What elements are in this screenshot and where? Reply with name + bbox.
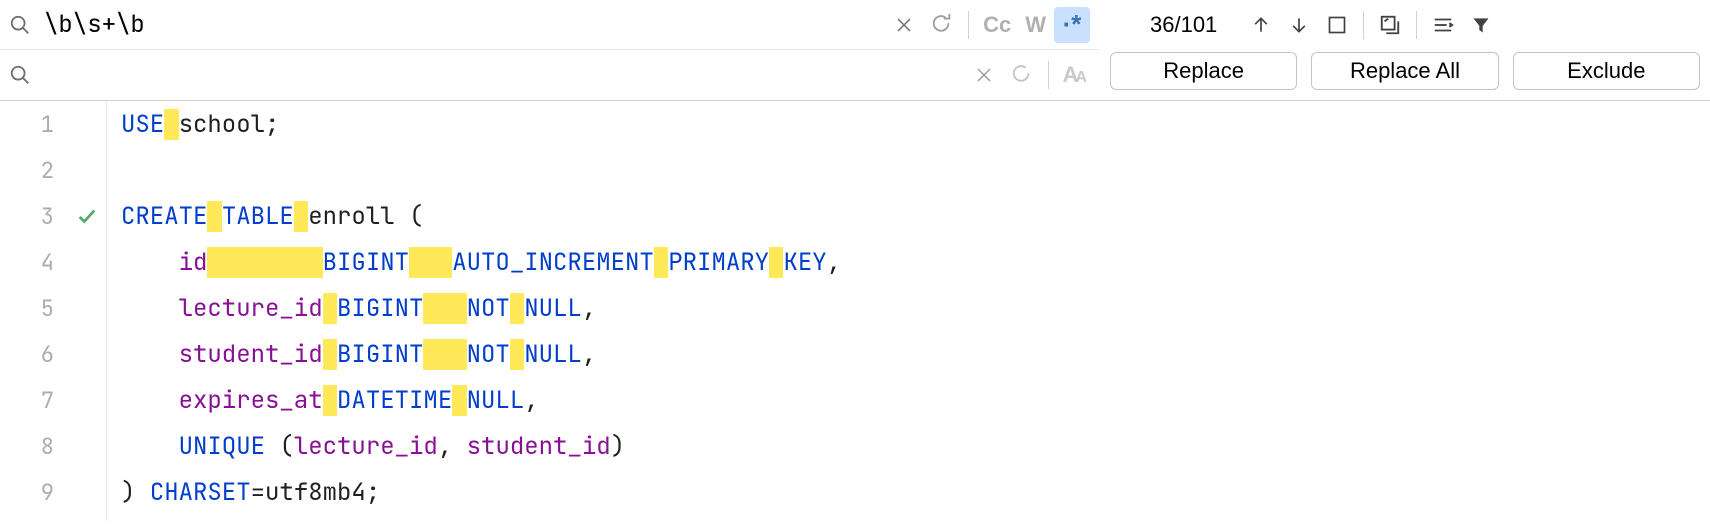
select-all-icon[interactable]: [1319, 7, 1355, 43]
history-replace-icon[interactable]: [1004, 57, 1040, 93]
filter-icon[interactable]: [1463, 7, 1499, 43]
search-icon: [0, 14, 40, 36]
prev-match-icon[interactable]: [1243, 7, 1279, 43]
multiline-icon[interactable]: [1425, 7, 1461, 43]
clear-find-icon[interactable]: [886, 7, 922, 43]
code-line[interactable]: UNIQUE (lecture_id, student_id): [121, 423, 1710, 469]
new-window-icon[interactable]: [1372, 7, 1408, 43]
line-number: 5: [0, 285, 106, 331]
find-input[interactable]: [40, 9, 886, 40]
replace-button[interactable]: Replace: [1110, 52, 1297, 90]
replace-all-button[interactable]: Replace All: [1311, 52, 1498, 90]
preserve-case-toggle[interactable]: AA: [1057, 62, 1090, 88]
gutter: 1 2 3 4 5 6 7 8 9: [0, 101, 106, 521]
match-case-toggle[interactable]: Cc: [977, 12, 1017, 38]
ok-check-icon: [76, 205, 98, 227]
line-number: 9: [0, 469, 106, 515]
code-line[interactable]: [121, 147, 1710, 193]
code-line[interactable]: CREATE TABLE enroll (: [121, 193, 1710, 239]
code-line[interactable]: id BIGINT AUTO_INCREMENT PRIMARY KEY,: [121, 239, 1710, 285]
next-match-icon[interactable]: [1281, 7, 1317, 43]
history-find-icon[interactable]: [924, 7, 960, 43]
replace-row: AA: [0, 50, 1100, 100]
replace-input[interactable]: [40, 60, 966, 91]
exclude-button[interactable]: Exclude: [1513, 52, 1700, 90]
code-line[interactable]: student_id BIGINT NOT NULL,: [121, 331, 1710, 377]
match-counter: 36/101: [1110, 12, 1241, 38]
code-line[interactable]: ) CHARSET=utf8mb4;: [121, 469, 1710, 515]
line-number: 4: [0, 239, 106, 285]
clear-replace-icon[interactable]: [966, 57, 1002, 93]
regex-toggle[interactable]: ·*: [1054, 7, 1090, 43]
line-number: 1: [0, 101, 106, 147]
words-toggle[interactable]: W: [1019, 12, 1052, 38]
find-row: Cc W ·*: [0, 0, 1100, 50]
line-number: 2: [0, 147, 106, 193]
code-line[interactable]: lecture_id BIGINT NOT NULL,: [121, 285, 1710, 331]
line-number: 3: [0, 193, 106, 239]
code-line[interactable]: USE school;: [121, 101, 1710, 147]
line-number: 6: [0, 331, 106, 377]
line-number: 8: [0, 423, 106, 469]
line-number: 7: [0, 377, 106, 423]
code-area[interactable]: USE school; CREATE TABLE enroll ( id BIG…: [106, 101, 1710, 521]
code-line[interactable]: expires_at DATETIME NULL,: [121, 377, 1710, 423]
search-icon: [0, 64, 40, 86]
